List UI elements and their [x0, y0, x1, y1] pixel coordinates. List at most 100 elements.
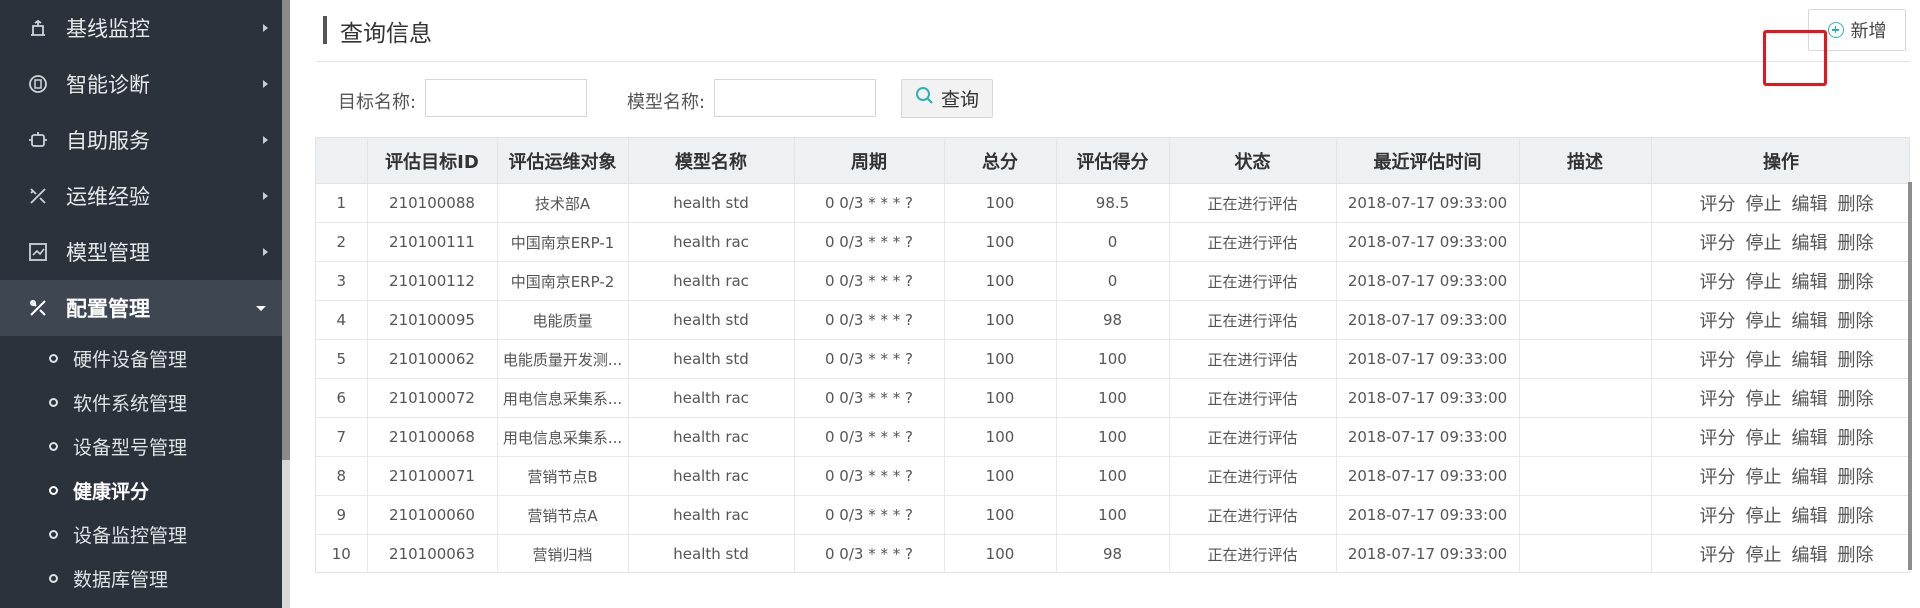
title-bar: 查询信息 新增 — [317, 0, 1910, 62]
edit-action[interactable]: 编辑 — [1792, 346, 1828, 372]
score-action[interactable]: 评分 — [1700, 268, 1736, 294]
sidebar-scrollbar[interactable] — [282, 0, 290, 608]
cell-period: 0 0/3 * * * ? — [794, 222, 945, 262]
menu-item-config-management[interactable]: 配置管理 — [0, 280, 282, 336]
cell-total-score: 100 — [944, 300, 1057, 340]
edit-action[interactable]: 编辑 — [1792, 385, 1828, 411]
cell-period: 0 0/3 * * * ? — [794, 300, 945, 340]
target-name-input[interactable] — [425, 79, 587, 117]
submenu-item-device-model[interactable]: 设备型号管理 — [0, 424, 282, 468]
cell-last-eval-time: 2018-07-17 09:33:00 — [1336, 183, 1520, 223]
robot-icon — [26, 128, 50, 152]
score-action[interactable]: 评分 — [1700, 424, 1736, 450]
model-name-input[interactable] — [714, 79, 876, 117]
cell-target-object: 中国南京ERP-1 — [497, 222, 629, 262]
actions-group: 评分 停止 编辑 删除 — [1652, 268, 1907, 294]
stop-action[interactable]: 停止 — [1746, 541, 1782, 567]
cell-period: 0 0/3 * * * ? — [794, 183, 945, 223]
circle-bullet-icon — [49, 529, 58, 539]
delete-action[interactable]: 删除 — [1838, 268, 1874, 294]
edit-action[interactable]: 编辑 — [1792, 502, 1828, 528]
cell-target-object: 中国南京ERP-2 — [497, 261, 629, 301]
score-action[interactable]: 评分 — [1700, 307, 1736, 333]
table-scrollbar[interactable] — [1908, 182, 1912, 570]
submenu-item-database[interactable]: 数据库管理 — [0, 556, 282, 600]
chevron-right-icon — [263, 192, 268, 200]
cell-status: 正在进行评估 — [1169, 261, 1337, 301]
actions-group: 评分 停止 编辑 删除 — [1652, 502, 1907, 528]
cell-period: 0 0/3 * * * ? — [794, 339, 945, 379]
stop-action[interactable]: 停止 — [1746, 229, 1782, 255]
cell-actions: 评分 停止 编辑 删除 — [1651, 534, 1909, 572]
stop-action[interactable]: 停止 — [1746, 307, 1782, 333]
score-action[interactable]: 评分 — [1700, 385, 1736, 411]
circle-bullet-icon — [49, 441, 58, 451]
score-action[interactable]: 评分 — [1700, 229, 1736, 255]
delete-action[interactable]: 删除 — [1838, 346, 1874, 372]
delete-action[interactable]: 删除 — [1838, 463, 1874, 489]
column-header-actions: 操作 — [1651, 138, 1909, 184]
cell-total-score: 100 — [944, 222, 1057, 262]
submenu-label: 软件系统管理 — [73, 392, 188, 415]
menu-item-self-service[interactable]: 自助服务 — [0, 112, 282, 168]
stop-action[interactable]: 停止 — [1746, 346, 1782, 372]
table-row: 5 210100062 电能质量开发测... health std 0 0/3 * * … — [316, 339, 1909, 379]
menu-item-baseline-monitor[interactable]: 基线监控 — [0, 0, 282, 56]
cell-eval-score: 98 — [1056, 534, 1170, 572]
cell-total-score: 100 — [944, 261, 1057, 301]
edit-action[interactable]: 编辑 — [1792, 268, 1828, 294]
edit-action[interactable]: 编辑 — [1792, 229, 1828, 255]
score-action[interactable]: 评分 — [1700, 190, 1736, 216]
column-header-target-object: 评估运维对象 — [497, 138, 629, 184]
delete-action[interactable]: 删除 — [1838, 229, 1874, 255]
edit-action[interactable]: 编辑 — [1792, 463, 1828, 489]
chevron-right-icon — [263, 80, 268, 88]
add-button[interactable]: 新增 — [1808, 9, 1906, 51]
edit-action[interactable]: 编辑 — [1792, 541, 1828, 567]
menu-item-model-management[interactable]: 模型管理 — [0, 224, 282, 280]
stop-action[interactable]: 停止 — [1746, 463, 1782, 489]
delete-action[interactable]: 删除 — [1838, 385, 1874, 411]
score-action[interactable]: 评分 — [1700, 541, 1736, 567]
cell-last-eval-time: 2018-07-17 09:33:00 — [1336, 417, 1520, 457]
column-header-last-eval-time: 最近评估时间 — [1336, 138, 1520, 184]
column-header-model-name: 模型名称 — [628, 138, 795, 184]
score-action[interactable]: 评分 — [1700, 346, 1736, 372]
delete-action[interactable]: 删除 — [1838, 541, 1874, 567]
edit-action[interactable]: 编辑 — [1792, 190, 1828, 216]
delete-action[interactable]: 删除 — [1838, 307, 1874, 333]
edit-action[interactable]: 编辑 — [1792, 424, 1828, 450]
actions-group: 评分 停止 编辑 删除 — [1652, 229, 1907, 255]
query-button[interactable]: 查询 — [901, 79, 993, 118]
menu-item-ops-experience[interactable]: 运维经验 — [0, 168, 282, 224]
stop-action[interactable]: 停止 — [1746, 190, 1782, 216]
diagnosis-icon — [26, 72, 50, 96]
score-action[interactable]: 评分 — [1700, 502, 1736, 528]
cell-row-index: 2 — [316, 222, 368, 262]
cell-total-score: 100 — [944, 534, 1057, 572]
stop-action[interactable]: 停止 — [1746, 424, 1782, 450]
delete-action[interactable]: 删除 — [1838, 502, 1874, 528]
cell-model-name: health std — [628, 300, 795, 340]
stop-action[interactable]: 停止 — [1746, 268, 1782, 294]
cell-target-id: 210100068 — [367, 417, 498, 457]
submenu-item-health-score[interactable]: 健康评分 — [0, 468, 282, 512]
delete-action[interactable]: 删除 — [1838, 424, 1874, 450]
cell-model-name: health rac — [628, 417, 795, 457]
menu-item-smart-diagnosis[interactable]: 智能诊断 — [0, 56, 282, 112]
cell-eval-score: 100 — [1056, 339, 1170, 379]
delete-action[interactable]: 删除 — [1838, 190, 1874, 216]
cell-period: 0 0/3 * * * ? — [794, 495, 945, 535]
menu-label: 自助服务 — [66, 129, 150, 153]
submenu-item-hardware[interactable]: 硬件设备管理 — [0, 336, 282, 380]
cell-model-name: health std — [628, 183, 795, 223]
submenu-item-device-monitor[interactable]: 设备监控管理 — [0, 512, 282, 556]
submenu-item-software[interactable]: 软件系统管理 — [0, 380, 282, 424]
menu-label: 模型管理 — [66, 241, 150, 265]
stop-action[interactable]: 停止 — [1746, 502, 1782, 528]
sidebar-scrollbar-thumb[interactable] — [282, 0, 290, 460]
score-action[interactable]: 评分 — [1700, 463, 1736, 489]
edit-action[interactable]: 编辑 — [1792, 307, 1828, 333]
stop-action[interactable]: 停止 — [1746, 385, 1782, 411]
chart-icon — [26, 240, 50, 264]
